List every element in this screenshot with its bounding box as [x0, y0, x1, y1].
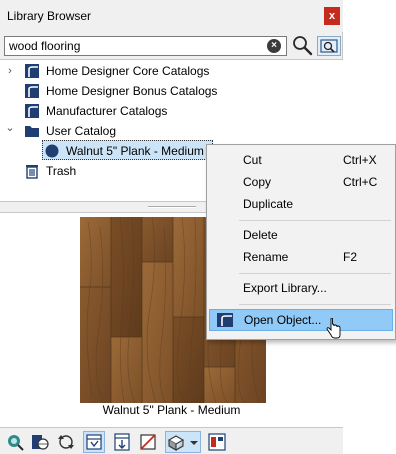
add-to-plan-button[interactable] — [111, 431, 133, 453]
menu-item-cut[interactable]: Cut Ctrl+X — [209, 150, 393, 171]
object-type-icon — [167, 435, 198, 451]
close-button[interactable]: x — [324, 7, 340, 25]
material-button[interactable] — [137, 431, 159, 453]
material-sample-icon — [140, 434, 156, 450]
menu-item-label: Copy — [243, 175, 272, 189]
menu-item-copy[interactable]: Copy Ctrl+C — [209, 172, 393, 193]
view-tree-icon — [86, 434, 102, 450]
search-icon — [293, 36, 313, 56]
menu-item-shortcut: Ctrl+C — [343, 175, 378, 189]
tree-item-label: Manufacturer Catalogs — [46, 104, 168, 118]
refresh-button[interactable] — [55, 431, 77, 453]
search-input[interactable] — [4, 36, 287, 56]
menu-item-label: Rename — [243, 250, 289, 264]
menu-item-rename[interactable]: Rename F2 — [209, 247, 393, 268]
tree-item-bonus-catalogs[interactable]: Home Designer Bonus Catalogs — [0, 81, 343, 101]
catalog-icon — [25, 64, 39, 78]
title-bar: Library Browser x — [0, 0, 343, 32]
catalog-icon — [25, 104, 39, 118]
menu-item-label: Delete — [243, 228, 278, 242]
properties-icon — [208, 433, 226, 451]
tree-item-core-catalogs[interactable]: › Home Designer Core Catalogs — [0, 61, 343, 81]
tree-item-label: Home Designer Bonus Catalogs — [46, 84, 218, 98]
splitter-grip[interactable] — [148, 206, 196, 208]
collapse-arrow-icon[interactable]: ⌄ — [5, 118, 15, 138]
tree-item-label: Trash — [46, 164, 77, 178]
material-icon — [45, 144, 59, 158]
menu-item-label: Duplicate — [243, 197, 294, 211]
menu-item-delete[interactable]: Delete — [209, 225, 393, 246]
tree-item-user-catalog[interactable]: ⌄ User Catalog — [0, 121, 343, 141]
catalog-globe-button[interactable] — [29, 431, 51, 453]
tree-item-manufacturer-catalogs[interactable]: Manufacturer Catalogs — [0, 101, 343, 121]
open-object-icon — [217, 313, 233, 327]
menu-item-duplicate[interactable]: Duplicate — [209, 194, 393, 215]
zoom-button[interactable] — [4, 431, 26, 453]
refresh-globe-icon — [58, 435, 74, 449]
advanced-search-button[interactable] — [317, 36, 341, 56]
menu-item-label: Open Object... — [244, 313, 322, 327]
menu-item-open-object[interactable]: Open Object... — [209, 309, 393, 331]
object-type-dropdown[interactable] — [165, 431, 201, 453]
menu-item-shortcut: Ctrl+X — [343, 153, 377, 167]
tree-item-label: User Catalog — [46, 124, 117, 138]
catalog-globe-icon — [32, 435, 49, 450]
menu-item-label: Export Library... — [243, 281, 327, 295]
properties-button[interactable] — [206, 431, 228, 453]
menu-separator — [239, 220, 391, 221]
expand-arrow-icon[interactable]: › — [5, 61, 15, 81]
search-folder-icon — [320, 39, 338, 53]
globe-search-icon — [8, 435, 24, 451]
menu-separator — [239, 273, 391, 274]
add-item-icon — [114, 433, 130, 451]
view-mode-button[interactable] — [83, 431, 105, 453]
menu-item-shortcut: F2 — [343, 250, 358, 264]
clear-search-button[interactable]: × — [267, 39, 281, 53]
menu-item-label: Cut — [243, 153, 262, 167]
search-button[interactable] — [291, 34, 313, 56]
search-row: × — [4, 36, 342, 56]
context-menu: Cut Ctrl+X Copy Ctrl+C Duplicate Delete … — [206, 144, 396, 340]
window-title: Library Browser — [7, 9, 92, 23]
trash-icon — [26, 165, 38, 179]
menu-separator — [239, 304, 391, 305]
preview-caption: Walnut 5" Plank - Medium — [102, 403, 241, 417]
folder-icon — [25, 126, 39, 137]
tree-item-label: Home Designer Core Catalogs — [46, 64, 210, 78]
menu-item-export-library[interactable]: Export Library... — [209, 278, 393, 299]
bottom-toolbar — [0, 428, 343, 454]
catalog-icon — [25, 84, 39, 98]
mouse-cursor-icon — [326, 318, 341, 339]
tree-item-label: Walnut 5" Plank - Medium — [66, 144, 204, 158]
